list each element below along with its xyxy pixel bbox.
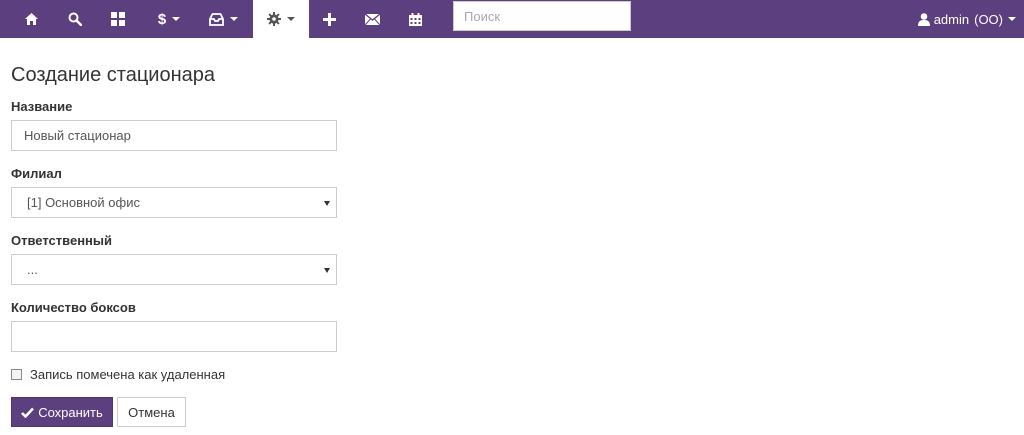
- nav-home[interactable]: [11, 0, 51, 38]
- cancel-button[interactable]: Отмена: [117, 397, 186, 427]
- boxes-input[interactable]: [11, 321, 337, 352]
- inbox-icon: [208, 12, 224, 26]
- deleted-checkbox-row[interactable]: Запись помечена как удаленная: [11, 367, 225, 382]
- select-arrow-icon: [324, 268, 330, 273]
- nav-add[interactable]: [310, 0, 348, 38]
- plus-icon: [322, 12, 336, 26]
- deleted-checkbox[interactable]: [11, 369, 22, 380]
- branch-select[interactable]: [1] Основной офис: [11, 187, 337, 218]
- branch-select-value: [1] Основной офис: [27, 195, 140, 210]
- name-input-value: Новый стационар: [24, 128, 131, 143]
- th-large-icon: [111, 12, 125, 26]
- name-label: Название: [11, 99, 73, 114]
- responsible-select[interactable]: ...: [11, 254, 337, 285]
- chevron-down-icon: [172, 17, 181, 21]
- chevron-down-icon: [287, 17, 295, 21]
- save-button-label: Сохранить: [38, 404, 103, 420]
- top-navbar: $ admin (OO): [0, 0, 1024, 38]
- check-icon: [21, 407, 35, 418]
- nav-settings-dropdown[interactable]: [253, 0, 309, 38]
- user-name: admin: [933, 11, 970, 27]
- envelope-icon: [364, 13, 380, 25]
- dollar-icon: $: [157, 10, 167, 28]
- home-icon: [24, 13, 38, 25]
- nav-search[interactable]: [55, 0, 95, 38]
- page-title: Создание стационара: [11, 64, 215, 86]
- save-button[interactable]: Сохранить: [11, 397, 113, 427]
- search-input[interactable]: [453, 1, 631, 31]
- user-icon: [917, 12, 930, 26]
- boxes-label: Количество боксов: [11, 300, 136, 315]
- chevron-down-icon: [229, 17, 238, 21]
- branch-label: Филиал: [11, 166, 62, 181]
- user-menu-dropdown[interactable]: admin (OO): [917, 0, 1016, 38]
- nav-calendar[interactable]: [395, 0, 435, 38]
- user-org: (OO): [974, 11, 1003, 27]
- nav-inbox-dropdown[interactable]: [196, 0, 250, 38]
- nav-grid[interactable]: [98, 0, 138, 38]
- search-icon: [68, 12, 82, 26]
- nav-mail[interactable]: [352, 0, 392, 38]
- calendar-icon: [408, 12, 422, 26]
- responsible-label: Ответственный: [11, 233, 112, 248]
- gear-icon: [267, 12, 281, 26]
- cancel-button-label: Отмена: [128, 404, 175, 420]
- nav-finance-dropdown[interactable]: $: [143, 0, 195, 38]
- name-input[interactable]: Новый стационар: [11, 120, 337, 151]
- responsible-select-value: ...: [27, 262, 38, 277]
- deleted-checkbox-label: Запись помечена как удаленная: [30, 367, 226, 382]
- chevron-down-icon: [1008, 17, 1016, 21]
- select-arrow-icon: [324, 201, 330, 206]
